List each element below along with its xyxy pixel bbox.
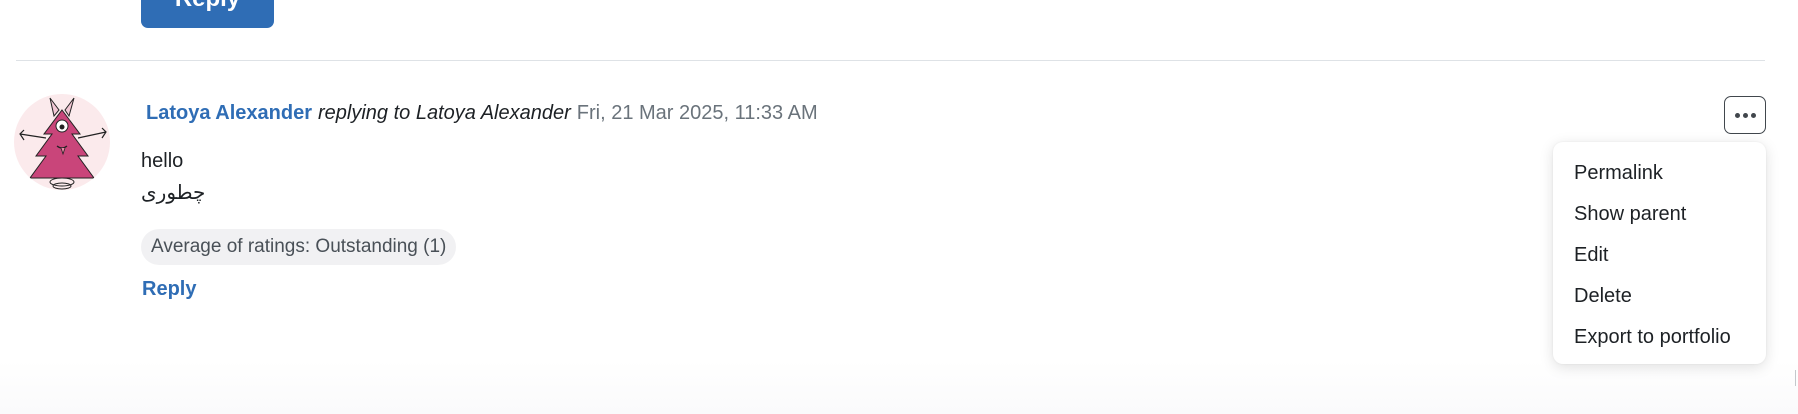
avatar[interactable] xyxy=(14,94,110,190)
monster-avatar-icon xyxy=(19,97,107,190)
post-line: hello xyxy=(141,150,184,172)
forum-discussion-view: Reply Latoya Alexander replying to Latoy… xyxy=(0,0,1798,414)
menu-item-delete[interactable]: Delete xyxy=(1553,276,1766,317)
post-line: چطوری xyxy=(141,182,206,204)
previous-post-reply-button[interactable]: Reply xyxy=(141,0,274,28)
post-actions-button[interactable] xyxy=(1724,96,1766,134)
menu-item-edit[interactable]: Edit xyxy=(1553,235,1766,276)
post-divider xyxy=(16,60,1765,61)
post-actions-menu: Permalink Show parent Edit Delete Export… xyxy=(1553,142,1766,364)
replying-to-text: replying to Latoya Alexander xyxy=(318,102,571,124)
post-date: Fri, 21 Mar 2025, 11:33 AM xyxy=(576,102,818,124)
ellipsis-icon xyxy=(1734,112,1756,118)
reply-link[interactable]: Reply xyxy=(142,278,196,301)
menu-item-show-parent[interactable]: Show parent xyxy=(1553,194,1766,235)
post-content: hello چطوری xyxy=(141,145,205,209)
menu-item-export-portfolio[interactable]: Export to portfolio xyxy=(1553,317,1766,358)
ratings-summary: Average of ratings: Outstanding (1) xyxy=(141,229,457,265)
menu-item-permalink[interactable]: Permalink xyxy=(1553,153,1766,194)
author-link[interactable]: Latoya Alexander xyxy=(146,102,312,125)
post-header: Latoya Alexander replying to Latoya Alex… xyxy=(146,102,818,128)
